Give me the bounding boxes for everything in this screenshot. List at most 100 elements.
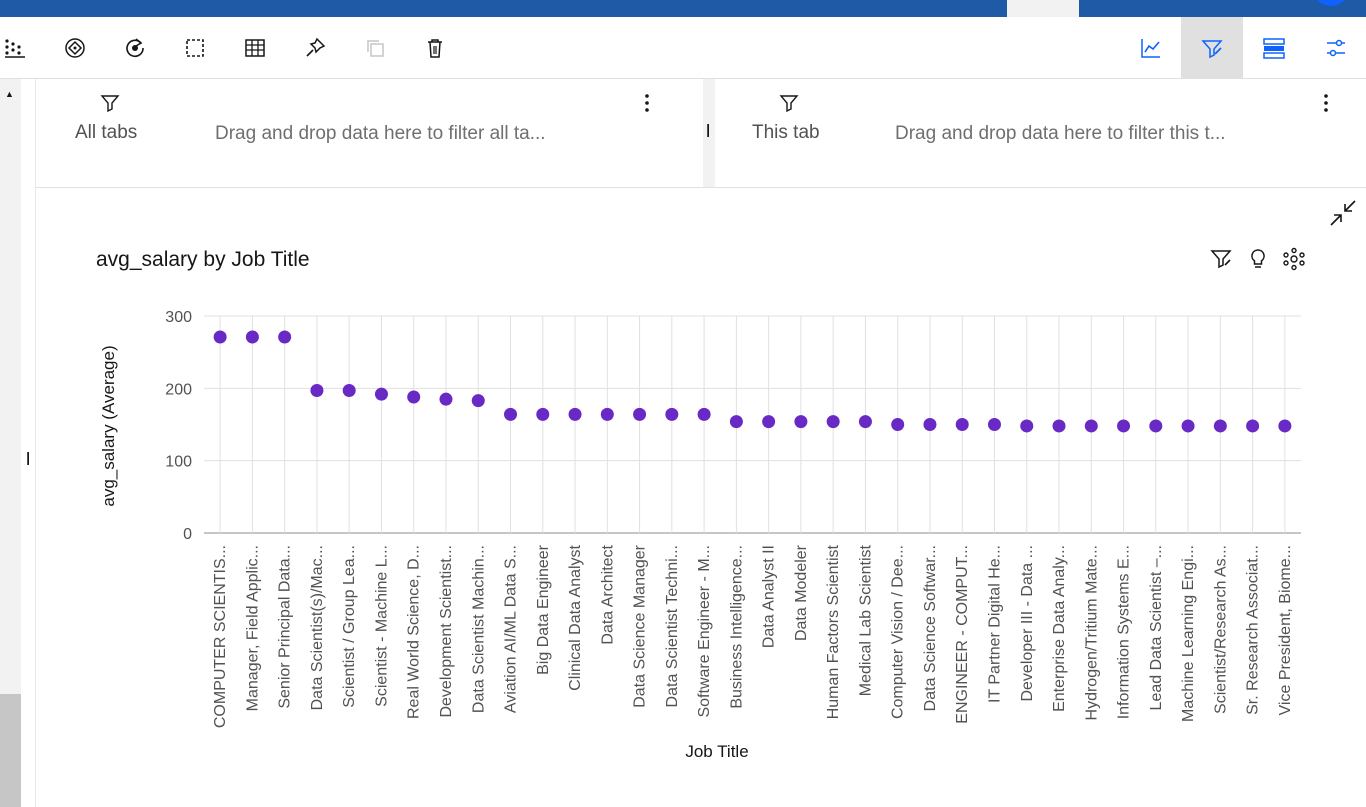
x-tick-label: Hydrogen/Tritium Mate... — [1083, 545, 1100, 720]
data-point[interactable] — [987, 418, 1001, 431]
x-tick-label: COMPUTER SCIENTIS... — [212, 545, 229, 728]
pin-icon[interactable] — [285, 17, 345, 78]
data-point[interactable] — [568, 407, 582, 421]
left-panel-resizer[interactable]: || — [21, 79, 36, 807]
target-diamond-icon[interactable] — [45, 17, 105, 78]
x-tick-label: Clinical Data Analyst — [567, 544, 584, 690]
filter-edit-icon[interactable] — [1181, 17, 1243, 78]
data-point[interactable] — [407, 390, 421, 404]
y-axis-label: avg_salary (Average) — [99, 345, 118, 506]
chart-filter-icon[interactable] — [1209, 247, 1233, 271]
data-point[interactable] — [762, 415, 776, 429]
data-point[interactable] — [891, 418, 905, 431]
data-point[interactable] — [794, 415, 808, 429]
select-area-icon[interactable] — [165, 17, 225, 78]
x-tick-label: Data Science Manager — [632, 544, 649, 707]
data-point[interactable] — [1181, 419, 1195, 433]
scroll-up-icon[interactable]: ▲ — [5, 89, 14, 99]
x-tick-label: Big Data Engineer — [535, 544, 552, 675]
stacked-panels-icon[interactable] — [1244, 17, 1304, 78]
x-tick-label: Scientist - Machine L... — [373, 545, 390, 707]
scatter-chart: avg_salary (Average) Job Title 0 100 200 30… — [36, 290, 1326, 770]
resize-grip-icon[interactable]: || — [26, 449, 31, 465]
sliders-icon[interactable] — [1306, 17, 1366, 78]
data-point[interactable] — [536, 407, 550, 421]
x-tick-label: Sr. Research Associat... — [1245, 545, 1262, 715]
data-point[interactable] — [278, 330, 292, 344]
y-tick-label: 300 — [165, 309, 192, 326]
x-tick-label: Data Scientist Machin... — [470, 545, 487, 713]
data-point[interactable] — [1052, 419, 1066, 433]
app-header-bar — [0, 0, 1366, 17]
scrollbar-thumb[interactable] — [0, 694, 21, 807]
data-point[interactable] — [729, 415, 743, 429]
data-point[interactable] — [1213, 419, 1227, 433]
data-point[interactable] — [213, 330, 227, 344]
data-point[interactable] — [858, 415, 872, 429]
x-tick-label: Developer III - Data ... — [1019, 545, 1036, 702]
x-tick-label: Scientist / Group Lea... — [341, 545, 358, 708]
data-point[interactable] — [471, 394, 485, 408]
filter-icon — [100, 95, 120, 113]
x-tick-label: Information Systems E... — [1116, 545, 1133, 719]
trash-icon[interactable] — [405, 17, 465, 78]
x-tick-label: Vice President, Biome... — [1277, 545, 1294, 715]
this-tab-drop-zone[interactable]: Drag and drop data here to filter this t… — [895, 123, 1226, 145]
x-tick-label: Real World Science, D... — [406, 545, 423, 719]
data-point[interactable] — [923, 418, 937, 431]
data-point[interactable] — [374, 387, 388, 401]
data-point[interactable] — [1278, 419, 1292, 433]
table-icon[interactable] — [225, 17, 285, 78]
filter-bar: All tabs Drag and drop data here to filt… — [36, 79, 1366, 188]
data-point[interactable] — [245, 330, 259, 344]
x-tick-label: Enterprise Data Analy... — [1051, 545, 1068, 712]
x-tick-label: Data Scientist(s)/Mac... — [309, 545, 326, 710]
data-point[interactable] — [955, 418, 969, 431]
data-point[interactable] — [504, 407, 518, 421]
data-point[interactable] — [1246, 419, 1260, 433]
data-point[interactable] — [439, 392, 453, 406]
data-point[interactable] — [826, 415, 840, 429]
header-tab-slot[interactable] — [1007, 0, 1079, 17]
all-tabs-drop-zone[interactable]: Drag and drop data here to filter all ta… — [215, 123, 546, 145]
x-tick-label: Software Engineer - M... — [696, 545, 713, 718]
data-point[interactable] — [633, 407, 647, 421]
x-tick-label: Manager, Field Applic... — [244, 545, 261, 711]
data-point[interactable] — [1117, 419, 1131, 433]
data-point[interactable] — [1020, 419, 1034, 433]
resize-grip-icon[interactable]: || — [706, 121, 711, 137]
x-tick-label: Data Modeler — [793, 544, 810, 641]
x-tick-label: Senior Principal Data... — [277, 545, 294, 709]
cluster-icon[interactable] — [1282, 247, 1306, 271]
x-tick-label: ENGINEER - COMPUT... — [954, 545, 971, 724]
x-tick-label: Machine Learning Engi... — [1180, 545, 1197, 722]
chart-title: avg_salary by Job Title — [96, 248, 310, 271]
x-tick-label: IT Partner Digital He... — [986, 545, 1003, 703]
x-tick-label: Lead Data Scientist –... — [1148, 545, 1165, 710]
collapse-icon[interactable] — [1328, 198, 1358, 228]
this-tab-filter-panel[interactable]: This tab Drag and drop data here to filt… — [715, 79, 1366, 187]
copy-icon[interactable] — [345, 17, 405, 78]
x-tick-label: Business Intelligence... — [728, 545, 745, 709]
data-point[interactable] — [1149, 419, 1163, 433]
filter-panel-divider[interactable]: || — [703, 79, 715, 187]
overflow-menu-icon[interactable] — [1323, 93, 1329, 113]
y-tick-label: 200 — [165, 381, 192, 398]
data-point[interactable] — [600, 407, 614, 421]
data-point[interactable] — [310, 384, 324, 398]
lightbulb-icon[interactable] — [1246, 247, 1270, 271]
x-tick-label: Data Analyst II — [761, 545, 778, 648]
data-point[interactable] — [1084, 419, 1098, 433]
data-point[interactable] — [342, 384, 356, 398]
data-point[interactable] — [697, 407, 711, 421]
avatar[interactable] — [1312, 0, 1350, 6]
data-point[interactable] — [665, 407, 679, 421]
y-tick-label: 0 — [183, 526, 192, 543]
overflow-menu-icon[interactable] — [644, 93, 650, 113]
all-tabs-filter-panel[interactable]: All tabs Drag and drop data here to filt… — [36, 79, 703, 187]
chart-canvas: avg_salary (Average) Job Title 0 100 200 30… — [99, 309, 1301, 761]
line-chart-icon[interactable] — [1121, 17, 1181, 78]
scatter-grid-icon[interactable] — [0, 17, 45, 78]
left-scrollbar[interactable]: ▲ — [0, 79, 21, 807]
refresh-icon[interactable] — [105, 17, 165, 78]
